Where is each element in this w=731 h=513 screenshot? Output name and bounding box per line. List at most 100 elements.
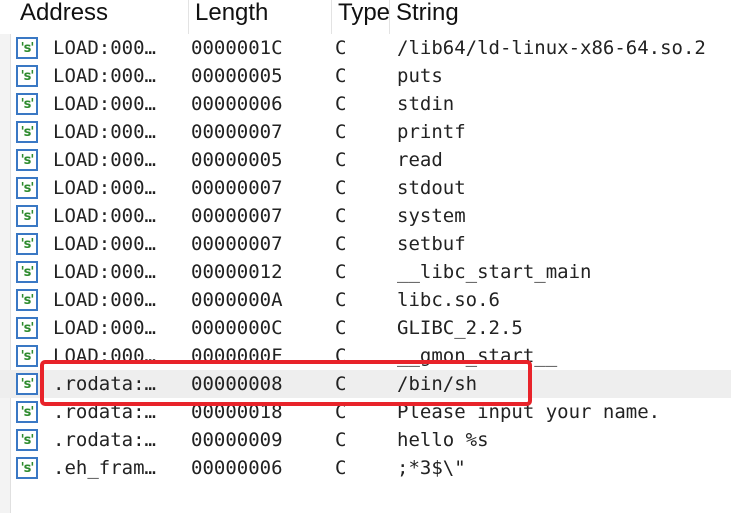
table-row[interactable]: .eh_fram… 00000006 C ;*3$\" (0, 454, 731, 482)
cell-length: 00000007 (191, 177, 283, 199)
cell-type: C (335, 261, 347, 283)
cell-address: .rodata:… (53, 429, 156, 451)
cell-type: C (335, 345, 347, 367)
cell-string: read (397, 149, 443, 171)
cell-string: setbuf (397, 233, 466, 255)
column-header-address[interactable]: Address (14, 0, 188, 34)
string-literal-icon (16, 289, 38, 311)
cell-length: 00000012 (191, 261, 283, 283)
cell-type: C (335, 289, 347, 311)
cell-address: LOAD:000… (53, 37, 156, 59)
cell-address: LOAD:000… (53, 205, 156, 227)
cell-type: C (335, 401, 347, 423)
string-literal-icon-glyph (20, 348, 34, 364)
table-row[interactable]: LOAD:000… 0000001C C/lib64/ld-linux-x86-64… (0, 34, 731, 62)
string-literal-icon-glyph (20, 432, 34, 448)
cell-type: C (335, 373, 347, 395)
cell-address: LOAD:000… (53, 261, 156, 283)
table-row[interactable]: LOAD:000… 00000007 Cprintf (0, 118, 731, 146)
string-literal-icon (16, 37, 38, 59)
string-literal-icon (16, 457, 38, 479)
cell-string: stdin (397, 93, 455, 115)
string-literal-icon (16, 261, 38, 283)
string-literal-icon (16, 401, 38, 423)
string-literal-icon-glyph (20, 320, 34, 336)
string-literal-icon (16, 429, 38, 451)
string-literal-icon (16, 205, 38, 227)
string-literal-icon-glyph (20, 292, 34, 308)
cell-string: puts (397, 65, 443, 87)
cell-address: LOAD:000… (53, 149, 156, 171)
string-literal-icon-glyph (20, 404, 34, 420)
table-row[interactable]: LOAD:000… 00000007 Csystem (0, 202, 731, 230)
cell-length: 00000018 (191, 401, 283, 423)
string-literal-icon (16, 177, 38, 199)
cell-type: C (335, 93, 347, 115)
column-header: Address Length Type String (0, 0, 731, 34)
cell-string: system (397, 205, 466, 227)
column-header-string[interactable]: String (390, 0, 731, 34)
cell-length: 00000007 (191, 233, 283, 255)
cell-length: 00000006 (191, 93, 283, 115)
string-literal-icon (16, 317, 38, 339)
cell-length: 00000009 (191, 429, 283, 451)
string-literal-icon-glyph (20, 460, 34, 476)
cell-type: C (335, 65, 347, 87)
cell-string: hello %s (397, 429, 489, 451)
table-row[interactable]: .rodata:… 00000008 C/bin/sh (0, 370, 731, 398)
table-row[interactable]: LOAD:000… 0000000F C __gmon_start__ (0, 342, 731, 370)
strings-window: Address Length Type String LOAD:000… 0000… (0, 0, 731, 513)
string-literal-icon-glyph (20, 180, 34, 196)
cell-string: GLIBC_2.2.5 (397, 317, 523, 339)
table-row[interactable]: LOAD:000… 00000007 Csetbuf (0, 230, 731, 258)
cell-address: LOAD:000… (53, 345, 156, 367)
cell-length: 00000005 (191, 65, 283, 87)
cell-address: LOAD:000… (53, 289, 156, 311)
string-literal-icon-glyph (20, 208, 34, 224)
string-literal-icon-glyph (20, 96, 34, 112)
cell-length: 00000006 (191, 457, 283, 479)
cell-address: .eh_fram… (53, 457, 156, 479)
cell-string: ;*3$\" (397, 457, 466, 479)
cell-address: LOAD:000… (53, 93, 156, 115)
table-row[interactable]: LOAD:000… 00000006 Cstdin (0, 90, 731, 118)
string-literal-icon-glyph (20, 376, 34, 392)
string-literal-icon (16, 149, 38, 171)
column-header-type[interactable]: Type (332, 0, 389, 34)
table-row[interactable]: LOAD:000… 0000000C C GLIBC_2.2.5 (0, 314, 731, 342)
string-literal-icon-glyph (20, 152, 34, 168)
cell-address: LOAD:000… (53, 121, 156, 143)
string-literal-icon (16, 93, 38, 115)
cell-length: 00000007 (191, 205, 283, 227)
cell-length: 00000005 (191, 149, 283, 171)
table-row[interactable]: LOAD:000… 0000000A Clibc.so.6 (0, 286, 731, 314)
table-row[interactable]: LOAD:000… 00000012 C __libc_start_main (0, 258, 731, 286)
table-row[interactable]: LOAD:000… 00000005 Cread (0, 146, 731, 174)
cell-type: C (335, 429, 347, 451)
cell-string: libc.so.6 (397, 289, 500, 311)
table-row[interactable]: .rodata:… 00000018 C Please input your name… (0, 398, 731, 426)
string-literal-icon-glyph (20, 124, 34, 140)
cell-string: /bin/sh (397, 373, 478, 395)
string-literal-icon (16, 373, 38, 395)
string-literal-icon-glyph (20, 68, 34, 84)
cell-length: 0000000A (191, 289, 283, 311)
column-header-length[interactable]: Length (189, 0, 331, 34)
string-literal-icon-glyph (20, 264, 34, 280)
cell-type: C (335, 317, 347, 339)
cell-type: C (335, 457, 347, 479)
string-literal-icon (16, 121, 38, 143)
cell-type: C (335, 37, 347, 59)
cell-string: Please input your name. (397, 401, 661, 423)
cell-string: printf (397, 121, 466, 143)
table-row[interactable]: .rodata:… 00000009 Chello %s (0, 426, 731, 454)
cell-type: C (335, 149, 347, 171)
cell-string: __libc_start_main (397, 261, 592, 283)
string-literal-icon-glyph (20, 40, 34, 56)
cell-string: stdout (397, 177, 466, 199)
cell-length: 0000000C (191, 317, 283, 339)
cell-address: LOAD:000… (53, 233, 156, 255)
table-row[interactable]: LOAD:000… 00000005 Cputs (0, 62, 731, 90)
cell-length: 0000000F (191, 345, 283, 367)
table-row[interactable]: LOAD:000… 00000007 Cstdout (0, 174, 731, 202)
